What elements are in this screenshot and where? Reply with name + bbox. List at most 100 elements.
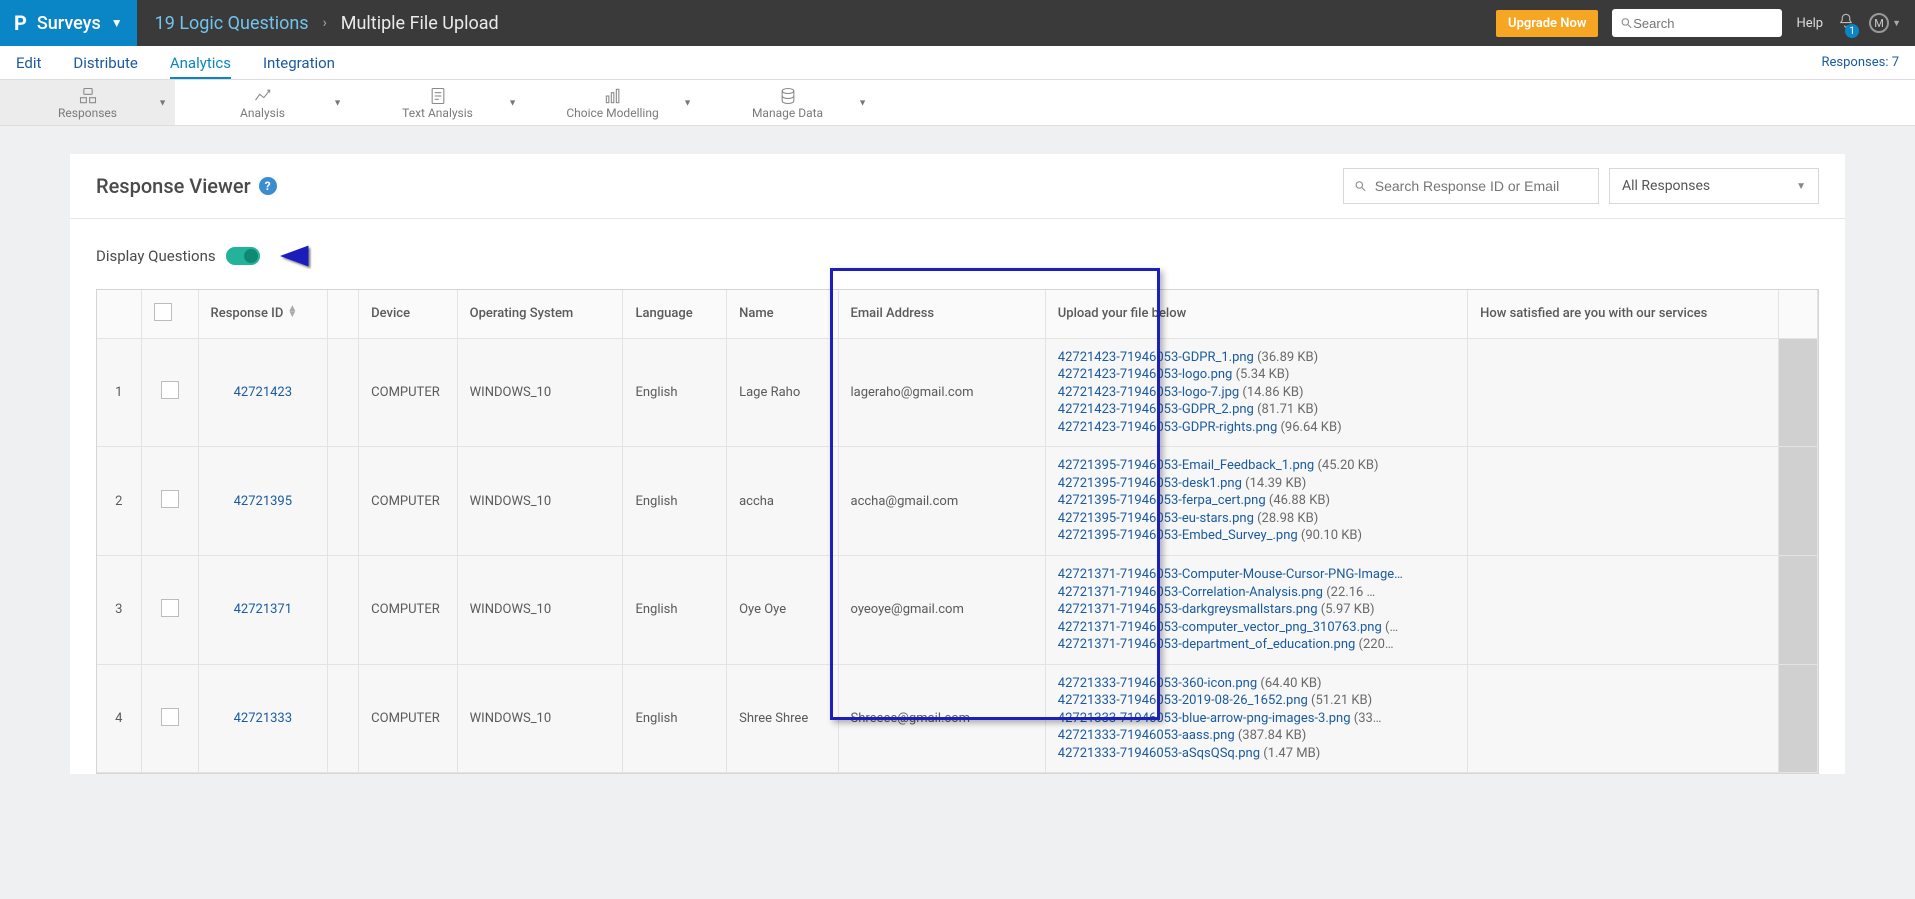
- response-id-link[interactable]: 42721423: [211, 385, 316, 400]
- toolbar-responses[interactable]: Responses ▼: [0, 80, 175, 125]
- file-link[interactable]: 42721371-71946053-Computer-Mouse-Cursor-…: [1058, 566, 1455, 584]
- chevron-right-icon: ›: [323, 15, 327, 31]
- help-link[interactable]: Help: [1796, 16, 1823, 31]
- response-id-link[interactable]: 42721371: [211, 602, 316, 617]
- caret-down-icon: ▼: [1796, 181, 1806, 192]
- file-link[interactable]: 42721395-71946053-ferpa_cert.png (46.88 …: [1058, 492, 1455, 510]
- account-menu[interactable]: M ▼: [1869, 13, 1901, 33]
- file-link[interactable]: 42721371-71946053-darkgreysmallstars.png…: [1058, 601, 1455, 619]
- tab-integration[interactable]: Integration: [263, 54, 335, 72]
- file-link[interactable]: 42721423-71946053-GDPR_2.png (81.71 KB): [1058, 401, 1455, 419]
- file-link[interactable]: 42721371-71946053-department_of_educatio…: [1058, 636, 1455, 654]
- response-search[interactable]: [1343, 168, 1599, 204]
- cell-device: COMPUTER: [359, 664, 457, 773]
- response-table: Response ID▲▼ Device Operating System La…: [97, 290, 1818, 773]
- choice-modelling-icon: [601, 86, 625, 106]
- cell-satisfaction: [1468, 338, 1779, 447]
- search-icon: [1354, 179, 1367, 193]
- cell-os: WINDOWS_10: [457, 555, 623, 664]
- toolbar-choice-modelling[interactable]: Choice Modelling ▼: [525, 80, 700, 125]
- vertical-scrollbar[interactable]: [1779, 290, 1818, 338]
- cell-satisfaction: [1468, 555, 1779, 664]
- col-upload[interactable]: Upload your file below: [1045, 290, 1467, 338]
- file-link[interactable]: 42721333-71946053-aSqsQSq.png (1.47 MB): [1058, 745, 1455, 763]
- notifications-button[interactable]: 1: [1837, 12, 1855, 34]
- col-name[interactable]: Name: [727, 290, 838, 338]
- row-number: 4: [97, 664, 141, 773]
- cell-email: lageraho@gmail.com: [838, 338, 1045, 447]
- global-search-input[interactable]: [1633, 16, 1774, 31]
- cell-device: COMPUTER: [359, 338, 457, 447]
- vertical-scrollbar[interactable]: [1779, 447, 1818, 556]
- row-checkbox[interactable]: [161, 599, 179, 617]
- row-checkbox[interactable]: [161, 381, 179, 399]
- response-count: Responses: 7: [1822, 55, 1900, 70]
- file-link[interactable]: 42721333-71946053-blue-arrow-png-images-…: [1058, 710, 1455, 728]
- file-link[interactable]: 42721395-71946053-eu-stars.png (28.98 KB…: [1058, 510, 1455, 528]
- file-link[interactable]: 42721333-71946053-aass.png (387.84 KB): [1058, 727, 1455, 745]
- upgrade-button[interactable]: Upgrade Now: [1496, 10, 1598, 37]
- response-id-link[interactable]: 42721333: [211, 711, 316, 726]
- vertical-scrollbar[interactable]: [1779, 664, 1818, 773]
- col-os[interactable]: Operating System: [457, 290, 623, 338]
- caret-down-icon: ▼: [111, 16, 123, 30]
- cell-language: English: [623, 447, 727, 556]
- select-all-checkbox[interactable]: [154, 303, 172, 321]
- toolbar-manage-data[interactable]: Manage Data ▼: [700, 80, 875, 125]
- col-response-id[interactable]: Response ID▲▼: [198, 290, 328, 338]
- file-link[interactable]: 42721333-71946053-360-icon.png (64.40 KB…: [1058, 675, 1455, 693]
- vertical-scrollbar[interactable]: [1779, 338, 1818, 447]
- file-link[interactable]: 42721395-71946053-Embed_Survey_.png (90.…: [1058, 527, 1455, 545]
- file-link[interactable]: 42721423-71946053-logo-7.jpg (14.86 KB): [1058, 384, 1455, 402]
- cell-email: Shreeee@gmail.com: [838, 664, 1045, 773]
- cell-upload: 42721395-71946053-Email_Feedback_1.png (…: [1045, 447, 1467, 556]
- breadcrumb: 19 Logic Questions › Multiple File Uploa…: [137, 13, 499, 34]
- cell-satisfaction: [1468, 447, 1779, 556]
- surveys-dropdown[interactable]: P Surveys ▼: [0, 0, 137, 46]
- responses-icon: [76, 86, 100, 106]
- toolbar-text-analysis[interactable]: Text Analysis ▼: [350, 80, 525, 125]
- toolbar-analysis[interactable]: Analysis ▼: [175, 80, 350, 125]
- row-number: 2: [97, 447, 141, 556]
- row-checkbox[interactable]: [161, 708, 179, 726]
- col-language[interactable]: Language: [623, 290, 727, 338]
- response-table-wrap: Response ID▲▼ Device Operating System La…: [96, 289, 1819, 774]
- tab-edit[interactable]: Edit: [16, 54, 41, 72]
- cell-language: English: [623, 664, 727, 773]
- vertical-scrollbar[interactable]: [1779, 555, 1818, 664]
- cell-satisfaction: [1468, 664, 1779, 773]
- cell-upload: 42721333-71946053-360-icon.png (64.40 KB…: [1045, 664, 1467, 773]
- cell-name: Oye Oye: [727, 555, 838, 664]
- file-link[interactable]: 42721371-71946053-computer_vector_png_31…: [1058, 619, 1455, 637]
- file-link[interactable]: 42721395-71946053-Email_Feedback_1.png (…: [1058, 457, 1455, 475]
- display-questions-label: Display Questions: [96, 247, 216, 265]
- response-filter-select[interactable]: All Responses ▼: [1609, 168, 1819, 204]
- tab-analytics[interactable]: Analytics: [170, 54, 231, 79]
- col-email[interactable]: Email Address: [838, 290, 1045, 338]
- display-questions-toggle[interactable]: [226, 247, 260, 265]
- breadcrumb-survey[interactable]: 19 Logic Questions: [155, 13, 309, 34]
- page-title: Response Viewer: [96, 174, 251, 198]
- cell-name: Shree Shree: [727, 664, 838, 773]
- analysis-icon: [251, 86, 275, 106]
- row-checkbox[interactable]: [161, 490, 179, 508]
- response-search-input[interactable]: [1375, 178, 1588, 194]
- file-link[interactable]: 42721423-71946053-GDPR-rights.png (96.64…: [1058, 419, 1455, 437]
- col-satisfaction[interactable]: How satisfied are you with our services: [1468, 290, 1779, 338]
- response-id-link[interactable]: 42721395: [211, 494, 316, 509]
- breadcrumb-question: Multiple File Upload: [341, 13, 499, 34]
- file-link[interactable]: 42721333-71946053-2019-08-26_1652.png (5…: [1058, 692, 1455, 710]
- search-icon: [1620, 16, 1633, 30]
- tab-distribute[interactable]: Distribute: [73, 54, 137, 72]
- col-device[interactable]: Device: [359, 290, 457, 338]
- file-link[interactable]: 42721395-71946053-desk1.png (14.39 KB): [1058, 475, 1455, 493]
- global-search[interactable]: [1612, 9, 1782, 37]
- cell-os: WINDOWS_10: [457, 338, 623, 447]
- table-row: 142721423COMPUTERWINDOWS_10EnglishLage R…: [97, 338, 1818, 447]
- help-icon[interactable]: ?: [259, 177, 277, 195]
- topbar: P Surveys ▼ 19 Logic Questions › Multipl…: [0, 0, 1915, 46]
- file-link[interactable]: 42721423-71946053-GDPR_1.png (36.89 KB): [1058, 349, 1455, 367]
- file-link[interactable]: 42721371-71946053-Correlation-Analysis.p…: [1058, 584, 1455, 602]
- cell-upload: 42721371-71946053-Computer-Mouse-Cursor-…: [1045, 555, 1467, 664]
- file-link[interactable]: 42721423-71946053-logo.png (5.34 KB): [1058, 366, 1455, 384]
